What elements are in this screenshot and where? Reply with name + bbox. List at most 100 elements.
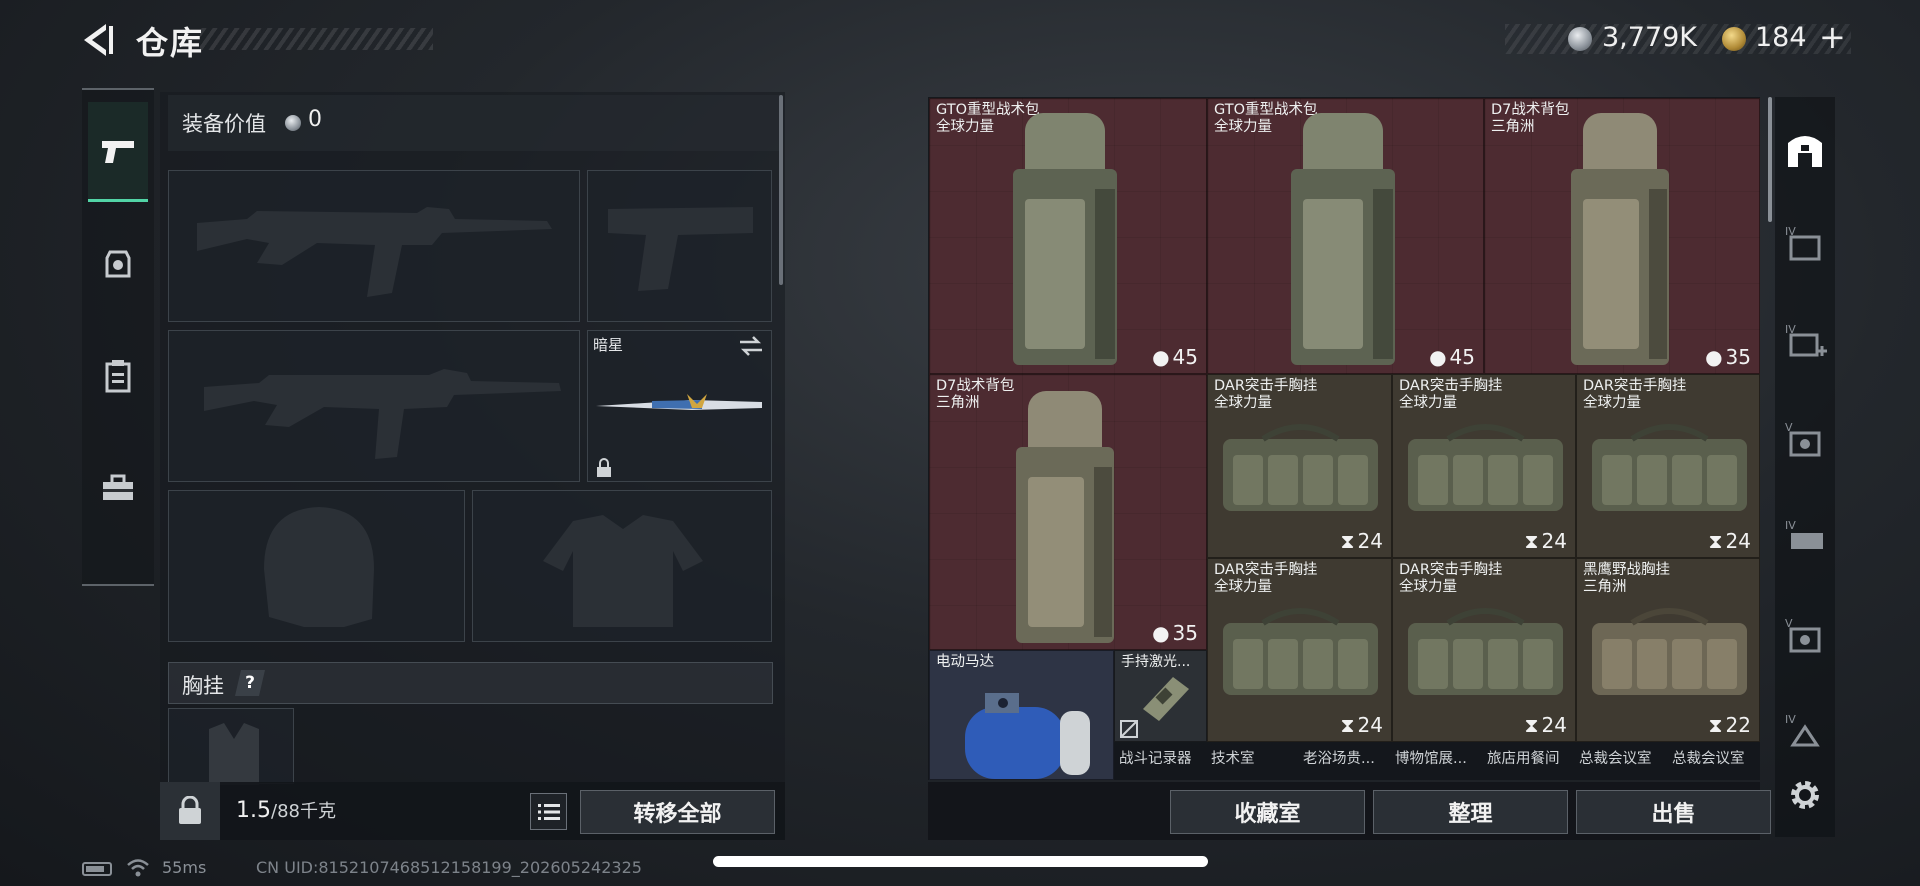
storage-tab-expand[interactable]: IV [1780,316,1830,366]
backpack-image [1291,113,1395,365]
laser-device-image [1143,677,1189,721]
battery-icon [82,862,112,876]
nav-chest-rig[interactable] [88,326,148,426]
chest-rig-image [1223,424,1378,511]
loadout-nav [82,88,154,586]
storage-home-icon [1788,136,1822,167]
pistol-icon [102,140,134,163]
swap-icon[interactable] [738,335,764,357]
add-gold-button[interactable]: + [1819,18,1846,56]
item-name: DAR突击手胸挂 [1583,378,1687,394]
partial-item-label: 博物馆展... [1395,751,1467,767]
backpack-capacity-icon: ● [1705,345,1723,369]
item-name: D7战术背包 [1491,102,1570,118]
vest-capacity-icon: ⧗ [1524,713,1539,737]
storage-item[interactable]: GTO重型战术包 全球力量 ● 45 [1207,98,1484,374]
storage-item[interactable]: DAR突击手胸挂 全球力量 ⧗ 24 [1576,374,1760,558]
collection-room-button[interactable]: 收藏室 [1170,790,1365,834]
nav-weapons[interactable] [88,102,148,202]
equip-value: 0 [308,107,322,132]
transfer-all-button[interactable]: 转移全部 [580,790,775,834]
loadout-scrollbar[interactable] [779,95,783,285]
storage-item[interactable]: 电动马达 [929,650,1114,780]
storage-tab[interactable]: IV [1780,512,1830,562]
item-source: 三角洲 [1583,579,1627,595]
item-capacity: 22 [1725,713,1751,737]
storage-item[interactable]: 黑鹰野战胸挂 三角洲 ⧗ 22 [1576,558,1760,742]
storage-tab-main[interactable] [1780,124,1830,174]
storage-item[interactable]: GTO重型战术包 全球力量 ● 45 [929,98,1207,374]
storage-tab[interactable]: IV [1780,218,1830,268]
storage-tab[interactable]: IV [1780,706,1830,756]
rifle-silhouette-icon [204,369,561,459]
item-source: 全球力量 [1214,119,1272,135]
storage-tab-4-icon: IV [1785,225,1821,261]
chest-rig-label: 胸挂 [182,674,224,698]
pistol-slot[interactable] [587,170,772,322]
storage-item[interactable]: DAR突击手胸挂 全球力量 ⧗ 24 [1392,558,1576,742]
sell-button[interactable]: 出售 [1576,790,1771,834]
chest-rig-slot[interactable] [168,708,294,785]
item-capacity: 24 [1541,713,1567,737]
chest-rig-image [1592,424,1747,511]
storage-scrollbar[interactable] [1768,97,1772,222]
body-armor-slot[interactable] [472,490,772,642]
storage-item[interactable]: D7战术背包 三角洲 ● 35 [1484,98,1760,374]
primary-weapon-slot[interactable] [168,170,580,322]
nav-toolbox[interactable] [88,438,148,538]
item-name: DAR突击手胸挂 [1399,378,1503,394]
melee-name: 暗星 [593,336,624,354]
backpack-image [1571,113,1669,365]
helmet-slot[interactable] [168,490,465,642]
electric-motor-image [965,693,1090,779]
item-source: 全球力量 [1399,395,1457,411]
storage-item[interactable]: D7战术背包 三角洲 ● 35 [929,374,1207,650]
secondary-weapon-slot[interactable] [168,330,580,482]
item-name: 黑鹰野战胸挂 [1583,562,1670,578]
settings-button[interactable] [1780,770,1830,820]
storage-item[interactable]: 手持激光... [1114,650,1207,742]
vest-capacity-icon: ⧗ [1340,529,1355,553]
back-arrow-icon [84,24,113,56]
item-source: 全球力量 [1583,395,1641,411]
item-source: 全球力量 [1214,579,1272,595]
svg-text:IV: IV [1785,519,1796,532]
item-name: DAR突击手胸挂 [1214,562,1318,578]
money-amount: 3,779K [1602,22,1698,53]
weight-lock-button[interactable] [160,782,220,840]
partial-item-label: 老浴场贵... [1303,751,1375,767]
chest-rig-image [1592,608,1747,695]
item-capacity: 24 [1541,529,1567,553]
list-view-button[interactable] [530,793,567,830]
back-button[interactable] [78,20,118,60]
vest-capacity-icon: ⧗ [1340,713,1355,737]
storage-tab[interactable]: V [1780,414,1830,464]
storage-item[interactable]: DAR突击手胸挂 全球力量 ⧗ 24 [1392,374,1576,558]
carry-weight-max: /88千克 [271,801,336,822]
settings-gear-icon [1791,781,1819,809]
item-capacity: 35 [1172,621,1198,645]
chest-rig-image [1408,424,1563,511]
lock-icon [597,458,611,477]
organize-button[interactable]: 整理 [1373,790,1568,834]
list-icon [537,803,560,820]
home-indicator[interactable] [713,856,1208,867]
storage-tab[interactable]: V [1780,610,1830,660]
partial-item-label: 战斗记录器 [1119,751,1192,767]
storage-tab-4-add-icon: IV [1785,323,1827,357]
storage-tab-4c-icon: IV [1785,713,1820,747]
storage-item[interactable]: DAR突击手胸挂 全球力量 ⧗ 24 [1207,558,1392,742]
pistol-silhouette-icon [608,207,753,291]
gold-amount: 184 [1755,22,1807,53]
partial-item-label: 技术室 [1211,751,1255,767]
title-decoration [200,28,433,50]
backpack-capacity-icon: ● [1152,345,1170,369]
storage-tab-5-icon: V [1785,421,1821,457]
nav-armor[interactable] [88,214,148,314]
storage-item[interactable]: DAR突击手胸挂 全球力量 ⧗ 24 [1207,374,1392,558]
partial-item-label: 总裁会议室 [1672,751,1745,767]
item-capacity: 24 [1725,529,1751,553]
item-capacity: 45 [1449,345,1475,369]
backpack-capacity-icon: ● [1152,621,1170,645]
silver-coin-icon [1568,27,1592,51]
